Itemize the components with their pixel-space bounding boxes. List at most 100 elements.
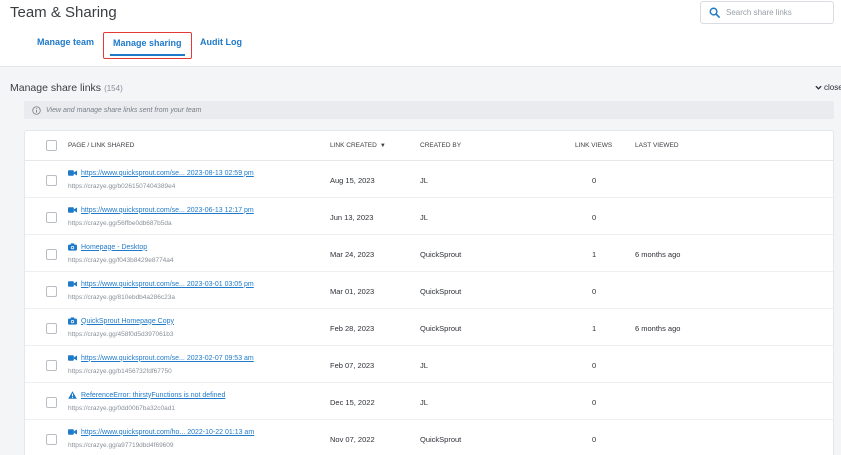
link-created-date: Nov 07, 2022 xyxy=(330,435,375,444)
created-by: JL xyxy=(420,213,428,222)
short-url: https://crazye.gg/b1456732fdf67750 xyxy=(68,368,172,375)
page-link[interactable]: Homepage - Desktop xyxy=(81,244,147,251)
row-checkbox[interactable] xyxy=(46,212,57,223)
search-box[interactable] xyxy=(700,1,834,24)
row-checkbox[interactable] xyxy=(46,249,57,260)
link-created-date: Dec 15, 2022 xyxy=(330,398,375,407)
info-icon xyxy=(32,105,41,115)
info-text: View and manage share links sent from yo… xyxy=(46,106,202,114)
column-link-views: LINK VIEWS xyxy=(575,142,613,149)
tab-audit-log[interactable]: Audit Log xyxy=(200,37,242,47)
page-link-cell: https://www.quicksprout.com/se... 2023-0… xyxy=(68,169,254,177)
tab-manage-sharing-label: Manage sharing xyxy=(113,38,182,48)
created-by: QuickSprout xyxy=(420,287,462,296)
page-link-cell: ReferenceError: thirstyFunctions is not … xyxy=(68,391,225,399)
created-by: QuickSprout xyxy=(420,250,462,259)
page-link[interactable]: ReferenceError: thirstyFunctions is not … xyxy=(81,392,225,399)
short-url: https://crazye.gg/458f0d5d397061b3 xyxy=(68,331,174,338)
table-row: https://www.quicksprout.com/se... 2023-0… xyxy=(25,346,833,383)
short-url: https://crazye.gg/56ffbe0db687b5da xyxy=(68,220,172,227)
page-title: Team & Sharing xyxy=(10,4,117,21)
link-views: 0 xyxy=(592,213,597,222)
table-row: ReferenceError: thirstyFunctions is not … xyxy=(25,383,833,420)
page-link-cell: https://www.quicksprout.com/se... 2023-0… xyxy=(68,280,254,288)
share-link-count: (154) xyxy=(104,84,123,93)
column-link-created[interactable]: LINK CREATED ▼ xyxy=(330,142,386,149)
table-row: https://www.quicksprout.com/se... 2023-0… xyxy=(25,198,833,235)
last-viewed: 6 months ago xyxy=(635,250,681,259)
row-checkbox[interactable] xyxy=(46,286,57,297)
created-by: JL xyxy=(420,398,428,407)
created-by: JL xyxy=(420,176,428,185)
close-label: close xyxy=(824,83,841,92)
column-created-by: CREATED BY xyxy=(420,142,462,149)
top-bar: Team & Sharing Manage team Manage sharin… xyxy=(0,0,841,67)
video-icon xyxy=(68,355,77,361)
page-link[interactable]: https://www.quicksprout.com/se... 2023-0… xyxy=(81,281,254,288)
short-url: https://crazye.gg/b0261507404389e4 xyxy=(68,183,176,190)
link-created-date: Aug 15, 2023 xyxy=(330,176,375,185)
page-link[interactable]: https://www.quicksprout.com/ho... 2022-1… xyxy=(81,429,254,436)
table-row: https://www.quicksprout.com/se... 2023-0… xyxy=(25,272,833,309)
row-checkbox[interactable] xyxy=(46,323,57,334)
link-views: 1 xyxy=(592,250,597,259)
column-last-viewed: LAST VIEWED xyxy=(635,142,679,149)
page-link-cell: QuickSprout Homepage Copy xyxy=(68,317,174,325)
table-row: https://www.quicksprout.com/se... 2023-0… xyxy=(25,161,833,198)
video-icon xyxy=(68,429,77,435)
page-link[interactable]: https://www.quicksprout.com/se... 2023-0… xyxy=(81,170,254,177)
search-input[interactable] xyxy=(726,8,826,17)
link-views: 1 xyxy=(592,324,597,333)
short-url: https://crazye.gg/f043b8429e8774a4 xyxy=(68,257,174,264)
video-icon xyxy=(68,207,77,213)
table-row: QuickSprout Homepage Copy https://crazye.… xyxy=(25,309,833,346)
link-created-date: Feb 28, 2023 xyxy=(330,324,375,333)
tab-manage-sharing[interactable]: Manage sharing xyxy=(103,32,192,59)
search-icon xyxy=(709,7,720,18)
share-links-table: PAGE / LINK SHARED LINK CREATED ▼ CREATED… xyxy=(24,130,834,455)
section-header: Manage share links (154) xyxy=(10,82,123,94)
video-icon xyxy=(68,170,77,176)
table-row: Homepage - Desktop https://crazye.gg/f043… xyxy=(25,235,833,272)
link-created-date: Feb 07, 2023 xyxy=(330,361,375,370)
link-views: 0 xyxy=(592,398,597,407)
tab-bar: Manage team Manage sharing Audit Log xyxy=(0,30,841,62)
page-link[interactable]: https://www.quicksprout.com/se... 2023-0… xyxy=(81,355,254,362)
row-checkbox[interactable] xyxy=(46,175,57,186)
link-views: 0 xyxy=(592,435,597,444)
row-checkbox[interactable] xyxy=(46,360,57,371)
created-by: JL xyxy=(420,361,428,370)
table-header: PAGE / LINK SHARED LINK CREATED ▼ CREATED… xyxy=(25,131,833,161)
link-views: 0 xyxy=(592,361,597,370)
row-checkbox[interactable] xyxy=(46,397,57,408)
table-row: https://www.quicksprout.com/ho... 2022-1… xyxy=(25,420,833,455)
link-views: 0 xyxy=(592,176,597,185)
page-link-cell: https://www.quicksprout.com/se... 2023-0… xyxy=(68,354,254,362)
chevron-down-icon xyxy=(815,85,822,90)
tab-manage-team[interactable]: Manage team xyxy=(37,37,94,47)
active-tab-indicator xyxy=(110,54,185,56)
column-page-link: PAGE / LINK SHARED xyxy=(68,142,135,149)
page-link-cell: https://www.quicksprout.com/se... 2023-0… xyxy=(68,206,254,214)
created-by: QuickSprout xyxy=(420,324,462,333)
page-link-cell: Homepage - Desktop xyxy=(68,243,147,251)
short-url: https://crazye.gg/a97719dbd4f69609 xyxy=(68,442,174,449)
last-viewed: 6 months ago xyxy=(635,324,681,333)
warning-icon xyxy=(68,391,77,399)
sort-down-icon: ▼ xyxy=(379,143,386,149)
short-url: https://crazye.gg/810ebdb4a286c23a xyxy=(68,294,175,301)
short-url: https://crazye.gg/0dd00b7ba32c0ad1 xyxy=(68,405,175,412)
camera-icon xyxy=(68,243,77,251)
link-created-date: Jun 13, 2023 xyxy=(330,213,374,222)
select-all-checkbox[interactable] xyxy=(46,140,57,151)
row-checkbox[interactable] xyxy=(46,434,57,445)
page-link[interactable]: QuickSprout Homepage Copy xyxy=(81,318,174,325)
link-created-date: Mar 24, 2023 xyxy=(330,250,375,259)
link-created-date: Mar 01, 2023 xyxy=(330,287,375,296)
camera-icon xyxy=(68,317,77,325)
close-toggle[interactable]: close xyxy=(815,83,841,92)
column-link-created-label: LINK CREATED xyxy=(330,142,377,149)
section-title: Manage share links xyxy=(10,82,102,94)
video-icon xyxy=(68,281,77,287)
page-link[interactable]: https://www.quicksprout.com/se... 2023-0… xyxy=(81,207,254,214)
